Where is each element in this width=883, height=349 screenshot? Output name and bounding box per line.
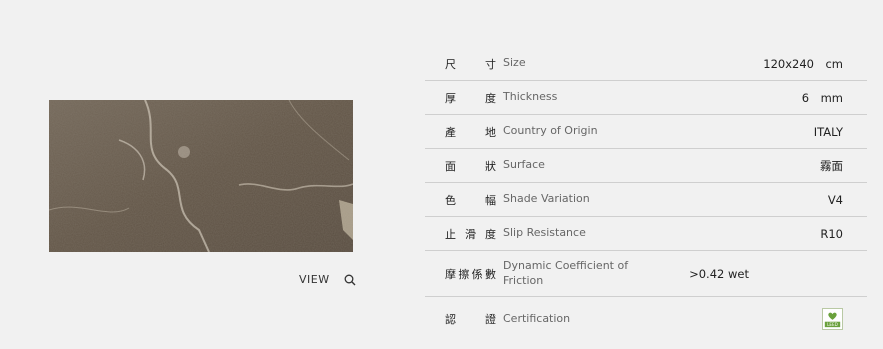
spec-value: 120x240 cm [763,56,843,71]
spec-row-origin: 產 地 Country of Origin ITALY [425,115,867,149]
spec-label-en: Dynamic Coefficient of Friction [503,259,629,287]
spec-row-size: 尺 寸 Size 120x240 cm [425,47,867,81]
view-button[interactable]: VIEW [299,273,356,286]
spec-row-friction: 摩 擦 係 數 Dynamic Coefficient of Friction … [425,251,867,297]
spec-value: V4 [827,192,843,207]
search-icon [344,274,356,286]
spec-value: 6 mm [801,90,843,105]
spec-table: 尺 寸 Size 120x240 cm 厚 度 Thickness 6 mm 產… [425,47,867,341]
spec-value: >0.42 wet [689,266,749,281]
spec-label-zh: 產 地 [445,125,496,139]
spec-value: LEED [727,308,867,330]
view-label: VIEW [299,273,330,286]
spec-row-shade-variation: 色 幅 Shade Variation V4 [425,183,867,217]
spec-label-zh: 摩 擦 係 數 [445,267,496,281]
spec-row-slip-resistance: 止 滑 度 Slip Resistance R10 [425,217,867,251]
spec-value: ITALY [813,124,843,139]
svg-text:LEED: LEED [827,322,838,327]
spec-label-en: Thickness [503,90,558,104]
spec-label-en: Size [503,56,526,70]
spec-label-en: Surface [503,158,545,172]
spec-label-zh: 面 狀 [445,159,496,173]
spec-label-en: Country of Origin [503,124,598,138]
spec-label-zh: 厚 度 [445,91,496,105]
spec-row-surface: 面 狀 Surface 霧面 [425,149,867,183]
spec-value: R10 [820,226,843,241]
spec-label-en: Shade Variation [503,192,590,206]
product-image[interactable] [49,100,353,252]
leed-certification-icon[interactable]: LEED [822,308,843,330]
spec-value: 霧面 [820,158,843,173]
spec-label-zh: 認 證 [445,313,496,326]
spec-label-en: Slip Resistance [503,226,586,240]
spec-label-zh: 色 幅 [445,193,496,207]
spec-row-thickness: 厚 度 Thickness 6 mm [425,81,867,115]
marble-texture [49,100,353,252]
spec-row-certification: 認 證 Certification LEED [425,297,867,341]
spec-label-en: Certification [503,311,571,325]
spec-label-zh: 止 滑 度 [445,227,496,241]
spec-label-zh: 尺 寸 [445,57,496,71]
